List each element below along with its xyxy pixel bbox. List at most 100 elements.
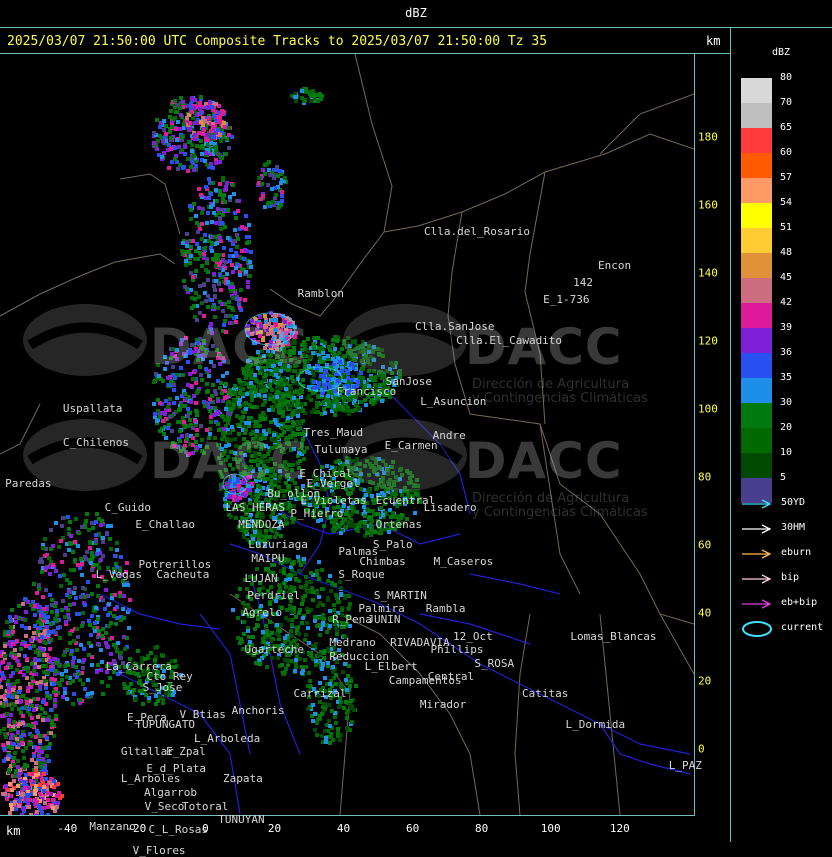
echo-cell bbox=[191, 275, 195, 279]
echo-cell bbox=[40, 635, 44, 639]
echo-cell bbox=[337, 351, 341, 355]
echo-cell bbox=[6, 741, 10, 745]
echo-cell bbox=[208, 409, 212, 413]
echo-cell bbox=[357, 407, 361, 411]
echo-cell bbox=[167, 166, 171, 170]
echo-cell bbox=[281, 354, 285, 358]
echo-cell bbox=[206, 305, 210, 309]
echo-cell bbox=[188, 261, 192, 265]
echo-cell bbox=[334, 673, 338, 677]
echo-cell bbox=[205, 382, 209, 386]
echo-cell bbox=[218, 253, 222, 257]
echo-cell bbox=[23, 780, 27, 784]
echo-cell bbox=[37, 583, 41, 587]
echo-cell bbox=[258, 355, 262, 359]
echo-cell bbox=[81, 611, 85, 615]
echo-cell bbox=[390, 465, 394, 469]
echo-cell bbox=[13, 648, 17, 652]
echo-cell bbox=[189, 217, 193, 221]
echo-cell bbox=[358, 468, 362, 472]
echo-cell bbox=[94, 606, 98, 610]
echo-cell bbox=[72, 692, 76, 696]
echo-cell bbox=[191, 426, 195, 430]
echo-cell bbox=[100, 680, 104, 684]
echo-cell bbox=[266, 183, 270, 187]
echo-cell bbox=[197, 187, 201, 191]
echo-cell bbox=[161, 654, 165, 658]
echo-cell bbox=[157, 374, 161, 378]
echo-cell bbox=[328, 348, 332, 352]
echo-cell bbox=[95, 512, 99, 516]
echo-cell bbox=[214, 102, 218, 106]
echo-cell bbox=[62, 573, 66, 577]
echo-cell bbox=[186, 407, 190, 411]
echo-cell bbox=[85, 550, 89, 554]
echo-cell bbox=[346, 336, 350, 340]
echo-cell bbox=[123, 647, 127, 651]
echo-cell bbox=[261, 403, 265, 407]
echo-cell bbox=[278, 475, 282, 479]
echo-cell bbox=[45, 754, 49, 758]
echo-cell bbox=[235, 594, 239, 598]
echo-cell bbox=[0, 714, 1, 718]
echo-cell bbox=[199, 345, 203, 349]
echo-cell bbox=[109, 524, 113, 528]
echo-cell bbox=[96, 617, 100, 621]
echo-cell bbox=[181, 241, 185, 245]
echo-cell bbox=[265, 469, 269, 473]
echo-cell bbox=[207, 196, 211, 200]
echo-cell bbox=[54, 601, 58, 605]
echo-cell bbox=[2, 676, 6, 680]
echo-cell bbox=[141, 702, 145, 706]
echo-cell bbox=[26, 669, 30, 673]
echo-cell bbox=[326, 354, 330, 358]
echo-cell bbox=[79, 595, 83, 599]
echo-cell bbox=[288, 353, 292, 357]
echo-cell bbox=[334, 626, 338, 630]
echo-cell bbox=[100, 519, 104, 523]
echo-cell bbox=[200, 222, 204, 226]
echo-cell bbox=[47, 556, 51, 560]
echo-cell bbox=[230, 425, 234, 429]
echo-cell bbox=[315, 569, 319, 573]
echo-cell bbox=[152, 141, 156, 145]
echo-cell bbox=[244, 249, 248, 253]
echo-cell bbox=[128, 598, 132, 602]
echo-cell bbox=[233, 228, 237, 232]
echo-cell bbox=[236, 209, 240, 213]
echo-cell bbox=[292, 421, 296, 425]
echo-cell bbox=[94, 533, 98, 537]
echo-cell bbox=[38, 685, 42, 689]
echo-cell bbox=[204, 401, 208, 405]
echo-cell bbox=[231, 183, 235, 187]
echo-cell bbox=[297, 569, 301, 573]
echo-cell bbox=[175, 396, 179, 400]
echo-cell bbox=[381, 374, 385, 378]
echo-cell bbox=[86, 678, 90, 682]
echo-cell bbox=[323, 386, 327, 390]
frame-map-bottom bbox=[0, 815, 695, 816]
echo-cell bbox=[348, 344, 352, 348]
echo-cell bbox=[48, 742, 52, 746]
echo-cell bbox=[381, 354, 385, 358]
echo-cell bbox=[68, 603, 72, 607]
echo-cell bbox=[39, 765, 43, 769]
echo-cell bbox=[96, 584, 100, 588]
echo-cell bbox=[386, 468, 390, 472]
echo-cell bbox=[306, 626, 310, 630]
echo-cell bbox=[15, 639, 19, 643]
echo-cell bbox=[367, 488, 371, 492]
echo-cell bbox=[16, 759, 20, 763]
echo-cell bbox=[218, 273, 222, 277]
echo-cell bbox=[278, 169, 282, 173]
echo-cell bbox=[224, 260, 228, 264]
echo-cell bbox=[283, 359, 287, 363]
echo-cell bbox=[255, 489, 259, 493]
echo-cell bbox=[13, 751, 17, 755]
echo-cell bbox=[54, 693, 58, 697]
echo-cell bbox=[60, 794, 64, 798]
echo-cell bbox=[304, 575, 308, 579]
echo-cell bbox=[205, 221, 209, 225]
echo-cell bbox=[184, 263, 188, 267]
echo-cell bbox=[225, 371, 229, 375]
